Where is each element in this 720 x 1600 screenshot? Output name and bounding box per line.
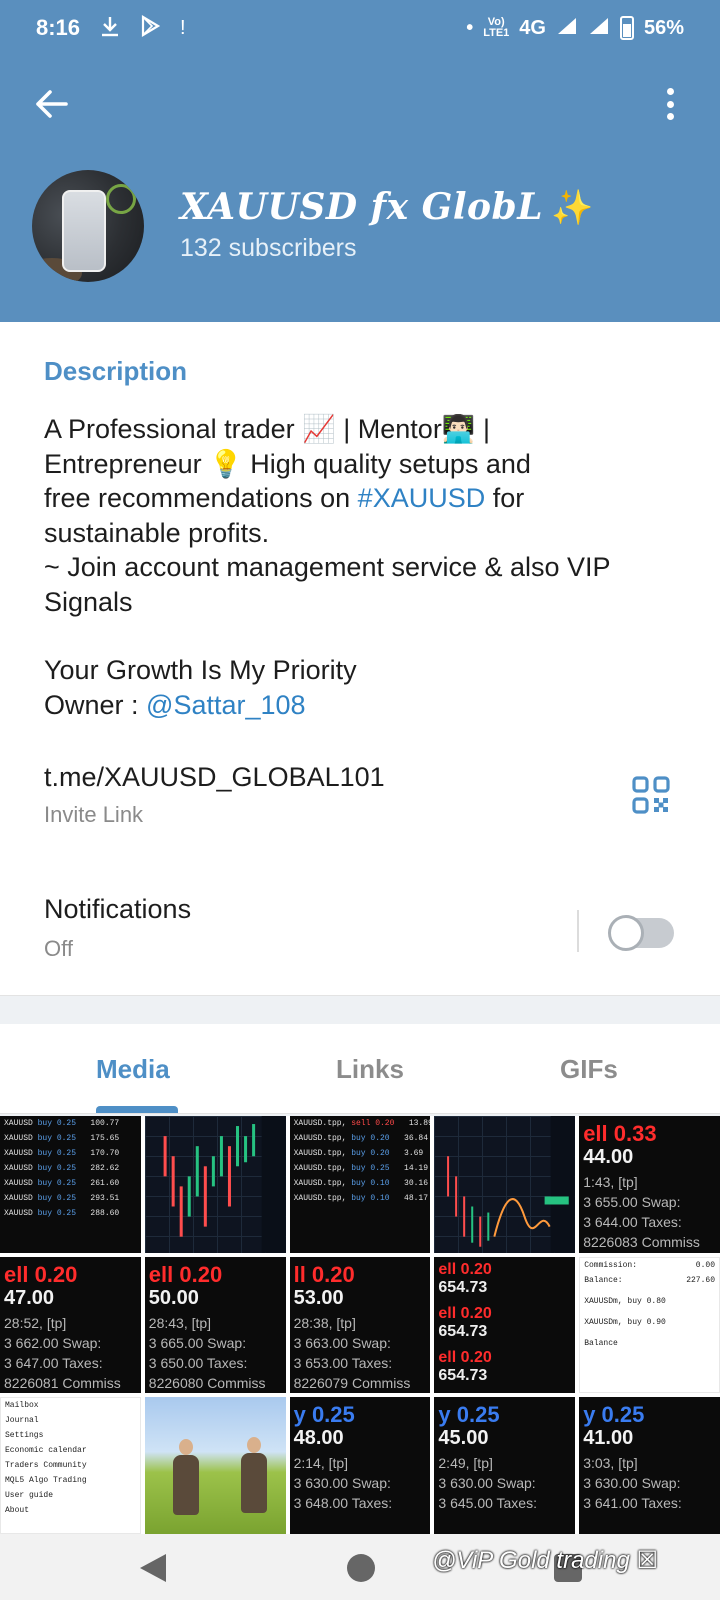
- media-thumbnail[interactable]: [144, 1397, 286, 1534]
- battery-percent: 56%: [643, 16, 684, 39]
- status-bar: 8:16 ! • Vo) LTE1 4G 56%: [0, 0, 720, 56]
- media-thumbnail[interactable]: ell 0.20 654.73 ell 0.20 654.73 ell 0.20…: [434, 1256, 576, 1394]
- description-text: A Professional trader 📈 | Mentor👨🏻‍💻 | E…: [44, 414, 611, 720]
- media-thumbnail[interactable]: XAUUSD.tpp, sell 0.20 13.89 XAUUSD.tpp, …: [289, 1116, 431, 1253]
- channel-title: XAUUSD fx GlobL ✨: [180, 186, 594, 228]
- media-thumbnail[interactable]: y 0.25 41.00 3:03, [tp] 3 630.00 Swap: 3…: [579, 1397, 720, 1534]
- media-thumbnail[interactable]: ell 0.20 47.00 28:52, [tp] 3 662.00 Swap…: [0, 1256, 141, 1394]
- battery-icon: [619, 16, 634, 40]
- sparkle-emoji: ✨: [551, 188, 594, 228]
- media-thumbnail[interactable]: ell 0.20 50.00 28:43, [tp] 3 665.00 Swap…: [144, 1256, 286, 1394]
- channel-info-card: Description A Professional trader 📈 | Me…: [0, 322, 720, 996]
- notifications-label: Notifications: [44, 894, 192, 924]
- owner-username-link[interactable]: @Sattar_108: [146, 690, 306, 720]
- channel-avatar[interactable]: [32, 170, 144, 282]
- chart-emoji: 📈: [302, 414, 336, 444]
- tab-gifs[interactable]: GIFs: [560, 1054, 618, 1085]
- tab-media[interactable]: Media: [96, 1054, 170, 1085]
- tab-links[interactable]: Links: [336, 1054, 404, 1085]
- network-type: 4G: [519, 16, 546, 39]
- signal-icon-2: [588, 16, 610, 40]
- alert-icon: !: [180, 17, 186, 39]
- dot-icon: •: [466, 17, 474, 39]
- active-tab-indicator: [96, 1106, 178, 1113]
- media-thumbnail[interactable]: [434, 1116, 576, 1253]
- bulb-emoji: 💡: [209, 448, 243, 479]
- description-label: Description: [44, 356, 188, 386]
- shared-media-tabs: Media Links GIFs: [0, 1024, 720, 1114]
- signal-icon: [556, 16, 578, 40]
- notifications-toggle[interactable]: [608, 915, 674, 951]
- media-thumbnail[interactable]: [144, 1116, 286, 1253]
- invite-link[interactable]: t.me/XAUUSD_GLOBAL101: [44, 762, 385, 793]
- download-icon: [100, 15, 120, 41]
- volte-indicator: Vo) LTE1: [483, 16, 510, 39]
- invite-link-caption: Invite Link: [44, 802, 144, 827]
- media-thumbnail[interactable]: Mailbox Journal Settings Economic calend…: [0, 1397, 141, 1534]
- technologist-emoji: 👨🏻‍💻: [441, 414, 476, 444]
- nav-home-button[interactable]: [347, 1554, 375, 1582]
- media-thumbnail[interactable]: ell 0.33 44.00 1:43, [tp] 3 655.00 Swap:…: [579, 1116, 720, 1253]
- status-time: 8:16: [36, 15, 81, 40]
- media-thumbnail[interactable]: ll 0.20 53.00 28:38, [tp] 3 663.00 Swap:…: [289, 1256, 431, 1394]
- system-nav-bar: @ViP Gold trading ☒: [0, 1534, 720, 1600]
- channel-header: 8:16 ! • Vo) LTE1 4G 56% XAUUSD fx GlobL…: [0, 0, 720, 322]
- watermark-text: @ViP Gold trading ☒: [432, 1547, 658, 1574]
- more-options-button[interactable]: [660, 84, 680, 124]
- qr-code-button[interactable]: [632, 776, 670, 814]
- nav-back-button[interactable]: [140, 1554, 166, 1582]
- media-thumbnail[interactable]: y 0.25 45.00 2:49, [tp] 3 630.00 Swap: 3…: [434, 1397, 576, 1534]
- play-store-icon: [140, 15, 161, 41]
- subscriber-count: 132 subscribers: [180, 234, 357, 262]
- media-thumbnail[interactable]: y 0.25 48.00 2:14, [tp] 3 630.00 Swap: 3…: [289, 1397, 431, 1534]
- notifications-status: Off: [44, 936, 73, 961]
- qr-code-icon: [632, 776, 670, 814]
- hashtag-link[interactable]: #XAUUSD: [358, 483, 486, 513]
- media-grid: XAUUSD buy 0.25 100.77 XAUUSD buy 0.25 1…: [0, 1116, 720, 1534]
- media-thumbnail[interactable]: XAUUSD buy 0.25 100.77 XAUUSD buy 0.25 1…: [0, 1116, 141, 1253]
- media-thumbnail[interactable]: Commission: 0.00 Balance: 227.60 XAUUSDm…: [579, 1256, 720, 1394]
- back-arrow-icon: [36, 90, 68, 118]
- divider: [577, 910, 579, 952]
- back-button[interactable]: [30, 82, 74, 126]
